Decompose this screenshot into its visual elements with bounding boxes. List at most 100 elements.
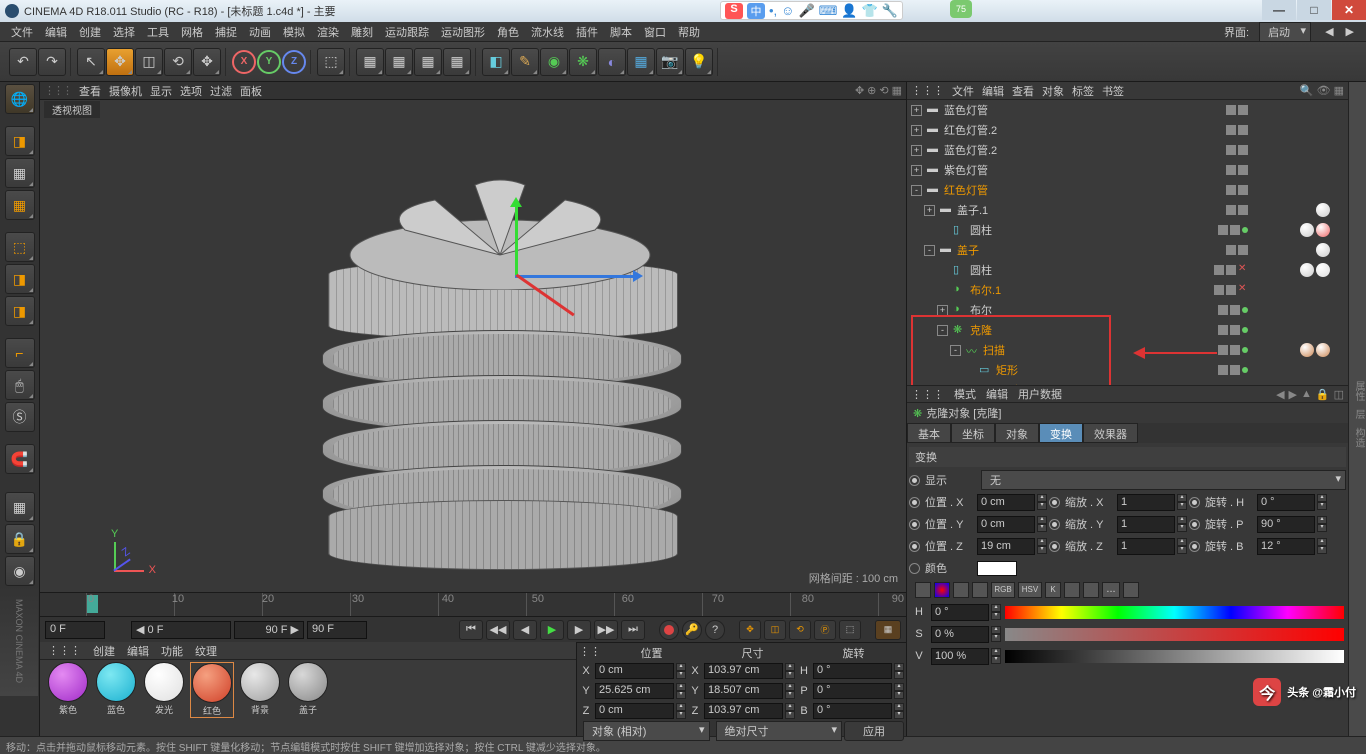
layout-dropdown[interactable]: 启动 [1259, 22, 1311, 42]
tree-row[interactable]: ▭矩形 [907, 360, 1348, 380]
val-field[interactable]: 100 % [931, 648, 989, 665]
render-region-button[interactable]: ▦ [385, 48, 413, 76]
material-item[interactable]: 紫色 [46, 662, 90, 718]
tree-row[interactable]: ◑布尔.1✕ [907, 280, 1348, 300]
last-tool[interactable]: ✥ [193, 48, 221, 76]
pos-field[interactable]: 25.625 cm [595, 683, 674, 699]
hue-slider[interactable] [1005, 606, 1344, 619]
expand-toggle[interactable]: + [911, 165, 922, 176]
undo-button[interactable]: ↶ [9, 48, 37, 76]
size-field[interactable]: 18.507 cm [704, 683, 783, 699]
layout-next-icon[interactable]: ▶ [1340, 25, 1360, 38]
ime-sogou-icon[interactable]: S [725, 3, 743, 19]
hue-field[interactable]: 0 ° [931, 604, 989, 621]
ime-toolbar[interactable]: S 中 •, ☺ 🎤 ⌨ 👤 👕 🔧 [720, 1, 903, 20]
key-scale-button[interactable]: ◫ [764, 620, 786, 640]
tree-row[interactable]: +◑布尔 [907, 300, 1348, 320]
field-radio[interactable] [1189, 541, 1200, 552]
color-spectrum-icon[interactable] [953, 582, 969, 598]
timeline-ruler[interactable]: 0 10 20 30 40 50 60 70 80 90 [40, 592, 906, 616]
autokey-button[interactable]: 🔑 [682, 620, 702, 640]
ime-punct-icon[interactable]: •, [769, 3, 777, 18]
add-deformer-button[interactable]: ◐ [598, 48, 626, 76]
key-pos-button[interactable]: ✥ [739, 620, 761, 640]
vp-pan-icon[interactable]: ✥ [855, 84, 864, 97]
rot-field[interactable]: 0 ° [813, 683, 892, 699]
polygon-mode-button[interactable]: ◨ [5, 296, 35, 326]
render-picture-button[interactable]: ▦ [414, 48, 442, 76]
expand-toggle[interactable]: + [911, 125, 922, 136]
vp-menu-display[interactable]: 显示 [150, 83, 172, 99]
hsv-button[interactable]: HSV [1018, 582, 1042, 598]
mat-tab-create[interactable]: 创建 [93, 643, 115, 659]
am-tab-object[interactable]: 对象 [995, 423, 1039, 443]
am-tab-mode[interactable]: 模式 [954, 386, 976, 402]
add-cube-button[interactable]: ◧ [482, 48, 510, 76]
rot-field[interactable]: 0 ° [813, 663, 892, 679]
field-radio[interactable] [1189, 497, 1200, 508]
grip-icon[interactable]: ⋮⋮⋮ [48, 644, 81, 657]
lock-y-button[interactable]: Y [257, 50, 281, 74]
color-more-button[interactable]: ... [1102, 582, 1120, 598]
menu-tools[interactable]: 工具 [141, 24, 175, 40]
snap-button[interactable]: Ⓢ [5, 402, 35, 432]
expand-toggle[interactable]: + [911, 145, 922, 156]
workplane-button[interactable]: 🧲 [5, 444, 35, 474]
lock-z-button[interactable]: Z [282, 50, 306, 74]
ime-user-icon[interactable]: 👤 [841, 3, 857, 19]
display-radio[interactable] [909, 475, 920, 486]
spinner[interactable]: ▴▾ [991, 648, 1001, 664]
menu-help[interactable]: 帮助 [672, 24, 706, 40]
menu-file[interactable]: 文件 [5, 24, 39, 40]
color-box-icon[interactable] [1064, 582, 1080, 598]
pos-field[interactable]: 0 cm [977, 494, 1035, 511]
lock-x-button[interactable]: X [232, 50, 256, 74]
field-radio[interactable] [909, 497, 920, 508]
fcurve-button[interactable]: ▦ [875, 620, 901, 640]
tree-row[interactable]: +▬蓝色灯管 [907, 100, 1348, 120]
pos-field[interactable]: 0 cm [977, 516, 1035, 533]
expand-toggle[interactable]: + [911, 105, 922, 116]
rgb-button[interactable]: RGB [991, 582, 1015, 598]
menu-snap[interactable]: 捕捉 [209, 24, 243, 40]
live-select-tool[interactable]: ↖ [77, 48, 105, 76]
color-swatches-icon[interactable] [1083, 582, 1099, 598]
om-tab-bookmarks[interactable]: 书签 [1102, 83, 1124, 99]
add-generator-button[interactable]: ◉ [540, 48, 568, 76]
tree-row[interactable]: +▬紫色灯管 [907, 160, 1348, 180]
object-tree[interactable]: +▬蓝色灯管+▬红色灯管.2+▬蓝色灯管.2+▬紫色灯管-▬红色灯管+▬盖子.1… [907, 100, 1348, 385]
menu-create[interactable]: 创建 [73, 24, 107, 40]
field-radio[interactable] [1049, 519, 1060, 530]
grip-icon[interactable]: ⋮⋮⋮ [44, 84, 71, 97]
add-environment-button[interactable]: ▦ [627, 48, 655, 76]
vp-toggle-icon[interactable]: ▦ [892, 84, 902, 97]
menu-sculpt[interactable]: 雕刻 [345, 24, 379, 40]
am-back-icon[interactable]: ◀ [1276, 388, 1284, 401]
vp-menu-filter[interactable]: 过滤 [210, 83, 232, 99]
redo-button[interactable]: ↷ [38, 48, 66, 76]
vp-menu-options[interactable]: 选项 [180, 83, 202, 99]
scale-field[interactable]: 1 [1117, 516, 1175, 533]
om-tab-edit[interactable]: 编辑 [982, 83, 1004, 99]
add-camera-button[interactable]: 📷 [656, 48, 684, 76]
ime-skin-icon[interactable]: 👕 [862, 3, 878, 19]
point-mode-button[interactable]: ⬚ [5, 232, 35, 262]
next-key-button[interactable]: ▶▶ [594, 620, 618, 640]
prev-frame-button[interactable]: ◀ [513, 620, 537, 640]
om-tab-view[interactable]: 查看 [1012, 83, 1034, 99]
size-mode-dropdown[interactable]: 绝对尺寸 [716, 721, 843, 741]
ime-lang-icon[interactable]: 中 [747, 3, 765, 19]
editable-button[interactable]: 🌐 [5, 84, 35, 114]
field-radio[interactable] [909, 519, 920, 530]
model-mode-button[interactable]: ◨ [5, 126, 35, 156]
grip-icon[interactable]: ⋮⋮⋮ [911, 388, 944, 401]
om-tab-tags[interactable]: 标签 [1072, 83, 1094, 99]
tree-row[interactable]: ▯圆柱 [907, 220, 1348, 240]
tree-row[interactable]: -▬盖子 [907, 240, 1348, 260]
pos-field[interactable]: 19 cm [977, 538, 1035, 555]
expand-toggle[interactable]: - [950, 345, 961, 356]
am-tab-effector[interactable]: 效果器 [1083, 423, 1138, 443]
start-frame-field[interactable]: 0 F [45, 621, 105, 639]
field-radio[interactable] [1049, 541, 1060, 552]
ime-mic-icon[interactable]: 🎤 [798, 3, 814, 19]
